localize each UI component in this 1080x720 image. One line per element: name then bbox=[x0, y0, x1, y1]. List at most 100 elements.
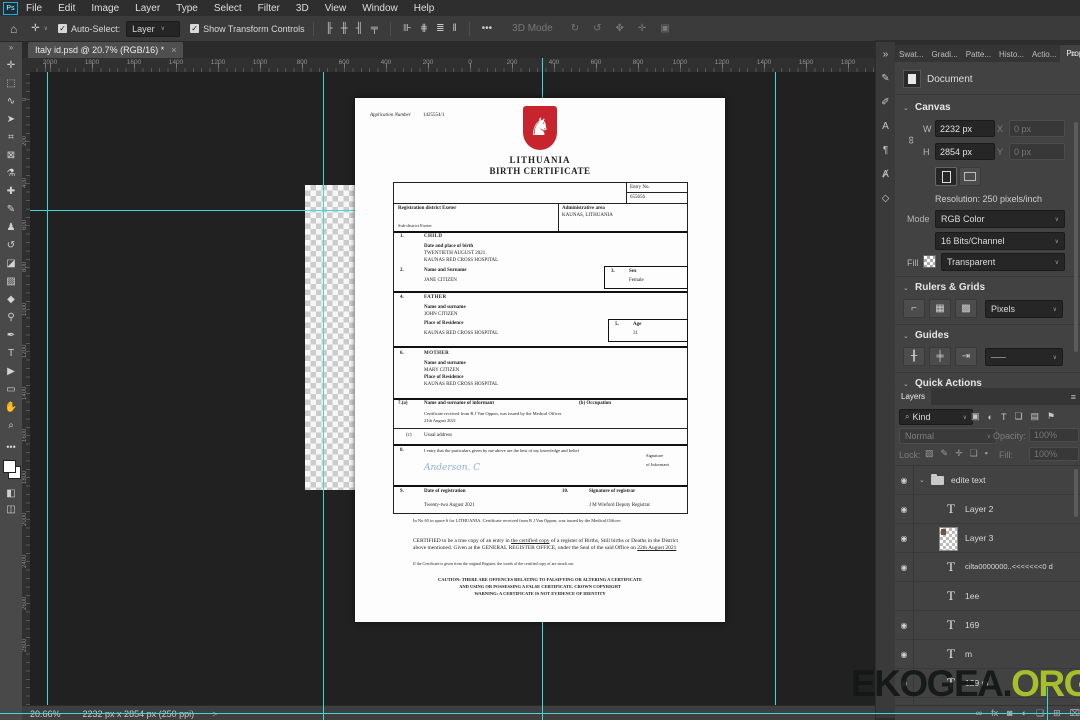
dodge-tool-icon[interactable]: ⚲ bbox=[0, 308, 22, 326]
guide-horizontal[interactable] bbox=[30, 210, 357, 211]
pan-3d-icon[interactable]: ✥ bbox=[612, 23, 628, 34]
orbit-3d-icon[interactable]: ↻ bbox=[567, 23, 583, 34]
link-dimensions-icon[interactable]: ∞ bbox=[905, 136, 917, 144]
layer-filter-kind-dropdown[interactable]: ⌕ Kind ∨ bbox=[899, 409, 973, 425]
menu-item[interactable]: Edit bbox=[50, 3, 83, 14]
guide-horizontal[interactable] bbox=[0, 713, 1080, 714]
brush-settings-panel-icon[interactable]: ✎ bbox=[876, 66, 895, 90]
distribute-left-icon[interactable]: ≣ bbox=[432, 23, 448, 34]
collapse-quick-actions-icon[interactable]: ⌄ bbox=[903, 380, 909, 388]
x-field[interactable]: 0 px bbox=[1009, 120, 1065, 137]
distribute-right-icon[interactable]: ‖ bbox=[449, 23, 461, 34]
document-tab[interactable]: Italy id.psd @ 20.7% (RGB/16) * × bbox=[28, 42, 184, 58]
auto-select-checkbox[interactable]: ✓ bbox=[58, 24, 68, 33]
tab-layers[interactable]: Layers bbox=[895, 388, 932, 405]
height-field[interactable]: 2854 px bbox=[935, 143, 995, 160]
panel-tab[interactable]: Swat... bbox=[895, 47, 927, 62]
history-brush-tool-icon[interactable]: ↺ bbox=[0, 236, 22, 254]
brush-tool-icon[interactable]: ✎ bbox=[0, 200, 22, 218]
align-left-icon[interactable]: ╟ bbox=[322, 23, 337, 34]
more-tools-icon[interactable]: ••• bbox=[0, 442, 22, 452]
filter-on-icon[interactable]: ⚑ bbox=[1047, 411, 1055, 422]
foreground-color-swatch[interactable] bbox=[3, 460, 16, 473]
align-right-icon[interactable]: ╢ bbox=[352, 23, 367, 34]
canvas-section-header[interactable]: Canvas bbox=[915, 102, 951, 113]
layer-name[interactable]: m bbox=[965, 649, 972, 659]
paragraph-panel-icon[interactable]: ¶ bbox=[876, 138, 895, 162]
menu-item[interactable]: Filter bbox=[250, 3, 288, 14]
close-tab-icon[interactable]: × bbox=[171, 45, 176, 55]
blur-tool-icon[interactable]: ◆ bbox=[0, 290, 22, 308]
filter-adjustment-layers-icon[interactable]: ◐ bbox=[988, 412, 993, 422]
toggle-pixel-grid-icon[interactable]: ▩ bbox=[955, 299, 977, 318]
guide-vertical[interactable] bbox=[542, 58, 543, 98]
guide-vertical[interactable] bbox=[323, 72, 324, 720]
layer-name[interactable]: Layer 3 bbox=[965, 533, 993, 543]
visibility-eye-icon[interactable]: ◉ bbox=[895, 524, 914, 552]
layer-row[interactable]: ◉ T Layer 2 bbox=[895, 495, 1080, 524]
camera-3d-icon[interactable]: ▣ bbox=[656, 23, 673, 34]
filter-shape-layers-icon[interactable]: ❏ bbox=[1014, 411, 1022, 422]
menu-item[interactable]: Type bbox=[168, 3, 206, 14]
portrait-orientation-button[interactable] bbox=[935, 167, 957, 186]
3d-panel-icon[interactable]: ◇ bbox=[876, 186, 895, 210]
guide-vertical[interactable] bbox=[47, 72, 48, 705]
horizontal-ruler[interactable]: 2000 1800 1600 1400 1200 1000 800 600 400 200 0 200… bbox=[30, 58, 875, 73]
character-panel-icon[interactable]: A bbox=[876, 114, 895, 138]
collapse-canvas-icon[interactable]: ⌄ bbox=[903, 104, 909, 112]
layers-scrollbar[interactable] bbox=[1074, 469, 1078, 517]
bit-depth-dropdown[interactable]: 16 Bits/Channel ∨ bbox=[935, 232, 1065, 250]
fill-opacity-field[interactable]: 100% bbox=[1029, 447, 1079, 461]
healing-brush-tool-icon[interactable]: ✚ bbox=[0, 182, 22, 200]
visibility-eye-empty[interactable] bbox=[895, 582, 914, 610]
lasso-tool-icon[interactable]: ∿ bbox=[0, 92, 22, 110]
marquee-tool-icon[interactable]: ⬚ bbox=[0, 74, 22, 92]
layer-row[interactable]: ◉ T 169 bbox=[895, 611, 1080, 640]
home-icon[interactable]: ⌂ bbox=[6, 22, 21, 36]
panel-tab[interactable]: Patte... bbox=[962, 47, 995, 62]
panel-menu-icon[interactable]: ≡ bbox=[1071, 392, 1076, 402]
fill-dropdown[interactable]: Transparent ∨ bbox=[941, 253, 1065, 271]
opacity-field[interactable]: 100% bbox=[1029, 428, 1079, 442]
pen-tool-icon[interactable]: ✒ bbox=[0, 326, 22, 344]
y-field[interactable]: 0 px bbox=[1009, 143, 1065, 160]
slide-3d-icon[interactable]: ✛ bbox=[634, 23, 650, 34]
layer-name[interactable]: 169 bbox=[965, 620, 979, 630]
lock-transparency-icon[interactable]: ▨ bbox=[925, 448, 934, 459]
path-selection-tool-icon[interactable]: ▶ bbox=[0, 362, 22, 380]
filter-pixel-layers-icon[interactable]: ▣ bbox=[971, 411, 980, 422]
object-selection-tool-icon[interactable]: ➤ bbox=[0, 110, 22, 128]
eyedropper-tool-icon[interactable]: ⚗ bbox=[0, 164, 22, 182]
zoom-tool-icon[interactable]: ⌕ bbox=[0, 416, 22, 434]
layer-name[interactable]: cilta0000000..<<<<<<<0 d bbox=[965, 562, 1053, 571]
properties-scrollbar[interactable] bbox=[1074, 122, 1078, 352]
gradient-tool-icon[interactable]: ▨ bbox=[0, 272, 22, 290]
menu-item[interactable]: File bbox=[18, 3, 50, 14]
guide-vertical[interactable] bbox=[542, 622, 543, 720]
align-top-icon[interactable]: ╤ bbox=[367, 23, 382, 34]
layer-row[interactable]: ◉ Layer 3 bbox=[895, 524, 1080, 553]
layer-name[interactable]: edite text bbox=[951, 475, 986, 485]
landscape-orientation-button[interactable] bbox=[959, 167, 981, 186]
toggle-grid-icon[interactable]: ▦ bbox=[929, 299, 951, 318]
shape-tool-icon[interactable]: ▭ bbox=[0, 380, 22, 398]
filter-type-layers-icon[interactable]: T bbox=[1001, 412, 1007, 422]
layer-row[interactable]: ◉ T cilta0000000..<<<<<<<0 d bbox=[895, 553, 1080, 582]
move-tool-dropdown-icon[interactable]: ∨ bbox=[44, 25, 48, 32]
toolbar-collapse-icon[interactable]: » bbox=[0, 42, 22, 54]
visibility-eye-icon[interactable]: ◉ bbox=[895, 553, 914, 581]
auto-select-target-dropdown[interactable]: Layer ∨ bbox=[126, 20, 181, 37]
menu-item[interactable]: Help bbox=[406, 3, 443, 14]
toggle-rulers-icon[interactable]: ⌐ bbox=[903, 299, 925, 318]
lock-all-icon[interactable]: ▪ bbox=[985, 448, 988, 459]
guides-section-header[interactable]: Guides bbox=[915, 330, 949, 341]
lock-move-icon[interactable]: ✛ bbox=[955, 448, 963, 459]
new-guide-icon[interactable]: ╂ bbox=[903, 347, 925, 366]
blend-mode-dropdown[interactable]: Normal ∨ bbox=[899, 428, 997, 444]
roll-3d-icon[interactable]: ↺ bbox=[589, 23, 605, 34]
show-transform-checkbox[interactable]: ✓ bbox=[190, 24, 200, 33]
menu-item[interactable]: Layer bbox=[127, 3, 168, 14]
fill-swatch[interactable] bbox=[923, 255, 936, 268]
move-tool-icon[interactable]: ✛ bbox=[0, 56, 22, 74]
frame-tool-icon[interactable]: ⊠ bbox=[0, 146, 22, 164]
